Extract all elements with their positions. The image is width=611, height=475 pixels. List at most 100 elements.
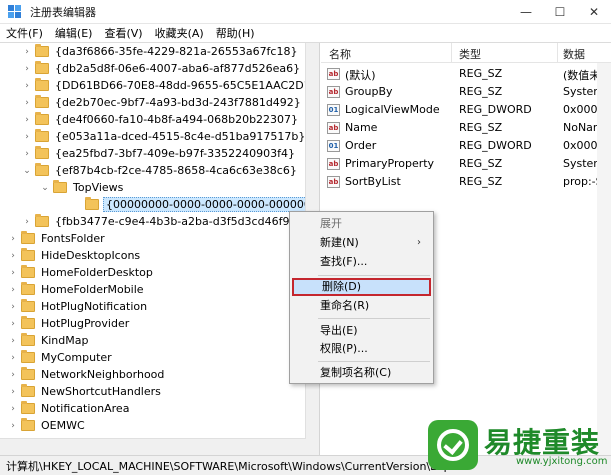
- tree-item[interactable]: › {de4f0660-fa10-4b8f-a494-068b20b22307}: [22, 111, 300, 128]
- column-divider[interactable]: [557, 43, 558, 63]
- value-row[interactable]: ab (默认) REG_SZ (数值未设: [321, 65, 611, 83]
- expand-arrow-icon[interactable]: ›: [8, 383, 18, 400]
- watermark-name: 易捷重装: [484, 426, 601, 459]
- tree-item[interactable]: › FontsFolder: [8, 230, 107, 247]
- tree-item[interactable]: › HideDesktopIcons: [8, 247, 142, 264]
- tree-item-label: {e053a11a-dced-4515-8c4e-d51ba917517b}: [55, 130, 306, 143]
- menu-item-permissions[interactable]: 权限(P)...: [292, 340, 431, 358]
- tree-item[interactable]: › OEMWC: [8, 417, 87, 434]
- menu-favorites[interactable]: 收藏夹(A): [149, 25, 210, 41]
- expand-arrow-icon[interactable]: ›: [22, 145, 32, 162]
- expand-arrow-icon[interactable]: ›: [8, 315, 18, 332]
- expand-arrow-icon[interactable]: ›: [22, 111, 32, 128]
- key-tree-pane[interactable]: › {da3f6866-35fe-4229-821a-26553a67fc18} …: [0, 43, 320, 455]
- menu-item-new-label: 新建(N): [320, 236, 359, 249]
- title-bar: 注册表编辑器 — ☐ ✕: [0, 0, 611, 24]
- expand-arrow-icon[interactable]: ›: [22, 60, 32, 77]
- status-key-path: 计算机\HKEY_LOCAL_MACHINE\SOFTWARE\Microsof…: [6, 459, 451, 473]
- expand-arrow-icon[interactable]: ›: [8, 349, 18, 366]
- tree-item[interactable]: › {db2a5d8f-06e6-4007-aba6-af877d526ea6}: [22, 60, 302, 77]
- menu-item-copy-key-name[interactable]: 复制项名称(C): [292, 364, 431, 382]
- tree-item-label: NetworkNeighborhood: [41, 368, 165, 381]
- value-row[interactable]: 01 Order REG_DWORD 0x00000: [321, 137, 611, 155]
- tree-item-label: {db2a5d8f-06e6-4007-aba6-af877d526ea6}: [55, 62, 301, 75]
- string-value-icon: ab: [327, 68, 340, 80]
- menu-view[interactable]: 查看(V): [98, 25, 148, 41]
- tree-item[interactable]: ⌄ {ef87b4cb-f2ce-4785-8658-4ca6c63e38c6}: [22, 162, 299, 179]
- maximize-button[interactable]: ☐: [543, 0, 577, 24]
- list-vertical-scrollbar[interactable]: [597, 63, 611, 455]
- value-row[interactable]: ab SortByList REG_SZ prop:-Sy: [321, 173, 611, 191]
- expand-arrow-icon[interactable]: ›: [8, 264, 18, 281]
- tree-item[interactable]: › {fbb3477e-c9e4-4b3b-a2ba-d3f5d3cd46f9}: [22, 213, 298, 230]
- expand-arrow-icon[interactable]: ›: [8, 400, 18, 417]
- expand-arrow-icon[interactable]: ›: [22, 77, 32, 94]
- minimize-button[interactable]: —: [509, 0, 543, 24]
- expand-arrow-icon[interactable]: ›: [8, 298, 18, 315]
- tree-item[interactable]: › NotificationArea: [8, 400, 131, 417]
- close-button[interactable]: ✕: [577, 0, 611, 24]
- folder-icon: [21, 316, 35, 329]
- menu-help[interactable]: 帮助(H): [210, 25, 261, 41]
- tree-item[interactable]: › {e053a11a-dced-4515-8c4e-d51ba917517b}: [22, 128, 307, 145]
- folder-icon: [53, 180, 67, 193]
- tree-item[interactable]: › KindMap: [8, 332, 90, 349]
- tree-item-label: {00000000-0000-0000-0000-000000000000}: [103, 197, 319, 212]
- string-value-icon: ab: [327, 122, 340, 134]
- value-row[interactable]: ab PrimaryProperty REG_SZ System.S: [321, 155, 611, 173]
- tree-item-label: {de2b70ec-9bf7-4a93-bd3d-243f7881d492}: [55, 96, 301, 109]
- tree-item[interactable]: ⌄ TopViews: [40, 179, 125, 196]
- binary-value-icon: 01: [327, 104, 340, 116]
- menu-item-delete[interactable]: 删除(D): [292, 278, 431, 296]
- tree-item[interactable]: › {de2b70ec-9bf7-4a93-bd3d-243f7881d492}: [22, 94, 303, 111]
- column-divider[interactable]: [451, 43, 452, 63]
- menu-item-new[interactable]: 新建(N) ›: [292, 234, 431, 252]
- expand-arrow-icon[interactable]: ›: [22, 43, 32, 60]
- menu-item-export[interactable]: 导出(E): [292, 322, 431, 340]
- column-header-type[interactable]: 类型: [459, 46, 481, 62]
- tree-item[interactable]: › MyComputer: [8, 349, 114, 366]
- collapse-arrow-icon[interactable]: ⌄: [22, 162, 32, 179]
- expand-arrow-icon[interactable]: ›: [8, 247, 18, 264]
- tree-item[interactable]: › NewShortcutHandlers: [8, 383, 163, 400]
- expand-arrow-icon[interactable]: ›: [8, 417, 18, 434]
- tree-item[interactable]: › {da3f6866-35fe-4229-821a-26553a67fc18}: [22, 43, 299, 60]
- expand-arrow-icon[interactable]: ›: [22, 128, 32, 145]
- tree-horizontal-scrollbar[interactable]: [0, 438, 306, 455]
- tree-item-selected[interactable]: {00000000-0000-0000-0000-000000000000}: [72, 196, 319, 213]
- expand-arrow-icon[interactable]: ›: [22, 94, 32, 111]
- window-title: 注册表编辑器: [30, 5, 96, 19]
- column-header-data[interactable]: 数据: [563, 46, 585, 62]
- expand-arrow-icon[interactable]: ›: [22, 213, 32, 230]
- value-row[interactable]: 01 LogicalViewMode REG_DWORD 0x00000: [321, 101, 611, 119]
- folder-icon: [85, 197, 99, 210]
- value-row[interactable]: ab Name REG_SZ NoName: [321, 119, 611, 137]
- tree-item[interactable]: › HomeFolderMobile: [8, 281, 146, 298]
- tree-item[interactable]: › {ea25fbd7-3bf7-409e-b97f-3352240903f4}: [22, 145, 297, 162]
- folder-icon: [21, 418, 35, 431]
- tree-item-label: OEMWC: [41, 419, 85, 432]
- menu-edit[interactable]: 编辑(E): [49, 25, 99, 41]
- value-row[interactable]: ab GroupBy REG_SZ System.S: [321, 83, 611, 101]
- folder-icon: [35, 78, 49, 91]
- tree-item[interactable]: › HotPlugProvider: [8, 315, 131, 332]
- expand-arrow-icon[interactable]: ›: [8, 332, 18, 349]
- expand-arrow-icon[interactable]: ›: [8, 281, 18, 298]
- menu-file[interactable]: 文件(F): [0, 25, 49, 41]
- expand-arrow-icon[interactable]: ›: [8, 366, 18, 383]
- string-value-icon: ab: [327, 158, 340, 170]
- folder-icon: [21, 384, 35, 397]
- tree-item[interactable]: › {DD61BD66-70E8-48dd-9655-65C5E1AAC2D1}: [22, 77, 319, 94]
- tree-item[interactable]: › HotPlugNotification: [8, 298, 149, 315]
- collapse-arrow-icon[interactable]: ⌄: [40, 179, 50, 196]
- menu-item-rename[interactable]: 重命名(R): [292, 297, 431, 315]
- folder-icon: [21, 265, 35, 278]
- tree-item[interactable]: › NetworkNeighborhood: [8, 366, 166, 383]
- menu-item-find[interactable]: 查找(F)...: [292, 253, 431, 271]
- tree-item[interactable]: › HomeFolderDesktop: [8, 264, 155, 281]
- expand-arrow-icon[interactable]: ›: [8, 230, 18, 247]
- folder-icon: [21, 248, 35, 261]
- tree-item-label: {ea25fbd7-3bf7-409e-b97f-3352240903f4}: [55, 147, 295, 160]
- column-header-name[interactable]: 名称: [329, 46, 351, 62]
